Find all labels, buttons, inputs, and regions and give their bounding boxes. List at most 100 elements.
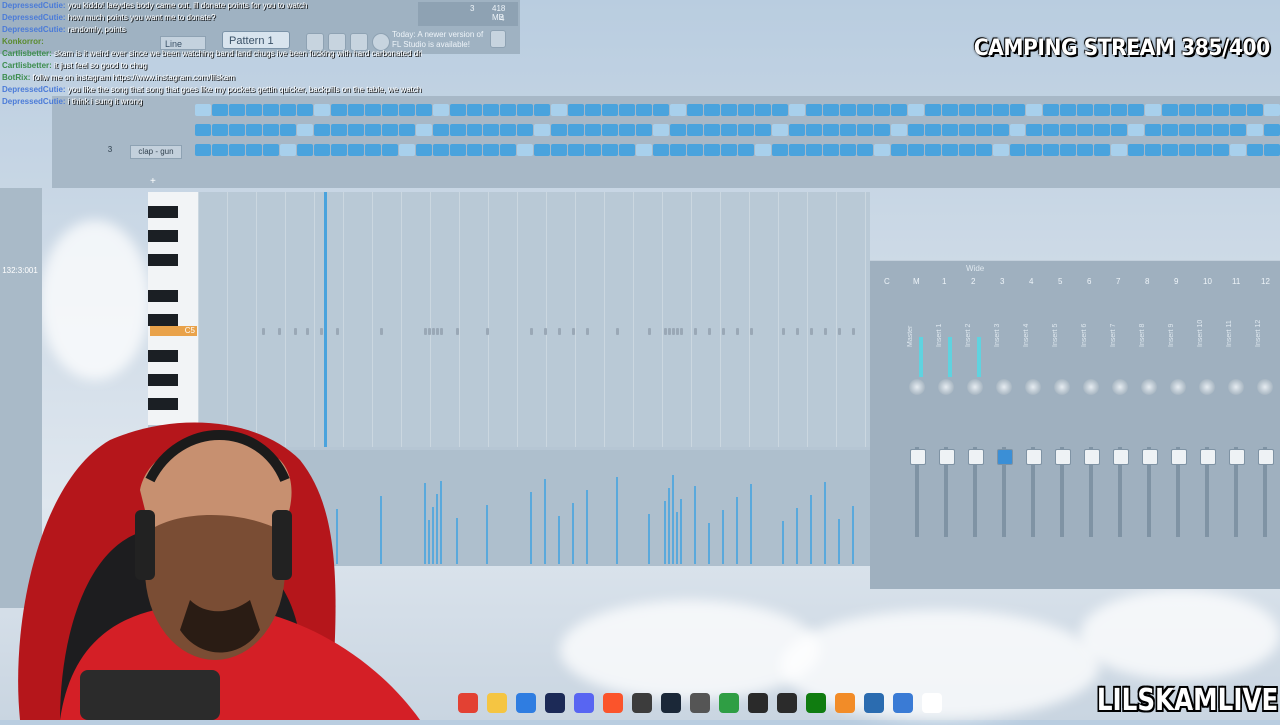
velocity-bar[interactable]	[838, 519, 840, 564]
velocity-bar[interactable]	[544, 479, 546, 564]
velocity-bar[interactable]	[852, 506, 854, 564]
note[interactable]	[558, 328, 561, 335]
step-button[interactable]	[704, 124, 721, 136]
step-button[interactable]	[1128, 144, 1145, 156]
step-button[interactable]	[398, 144, 415, 156]
mixer-strip[interactable]: Insert 5	[1050, 287, 1076, 577]
note[interactable]	[436, 328, 439, 335]
brave-icon[interactable]	[603, 693, 623, 713]
step-button[interactable]	[805, 144, 822, 156]
step-button[interactable]	[1162, 124, 1179, 136]
note[interactable]	[428, 328, 431, 335]
velocity-bar[interactable]	[486, 505, 488, 564]
note[interactable]	[616, 328, 619, 335]
step-button[interactable]	[873, 124, 890, 136]
step-button[interactable]	[958, 104, 975, 116]
step-button[interactable]	[262, 124, 279, 136]
step-button[interactable]	[924, 144, 941, 156]
step-button[interactable]	[754, 104, 771, 116]
pan-knob[interactable]	[1025, 379, 1041, 395]
black-key[interactable]	[148, 350, 178, 362]
fl-studio-icon[interactable]	[835, 693, 855, 713]
app-icon[interactable]	[690, 693, 710, 713]
step-button[interactable]	[687, 144, 704, 156]
note[interactable]	[668, 328, 671, 335]
note[interactable]	[306, 328, 309, 335]
note[interactable]	[424, 328, 427, 335]
step-button[interactable]	[483, 104, 500, 116]
black-key[interactable]	[148, 206, 178, 218]
note[interactable]	[736, 328, 739, 335]
pan-knob[interactable]	[1170, 379, 1186, 395]
step-button[interactable]	[1264, 104, 1280, 116]
pan-knob[interactable]	[1112, 379, 1128, 395]
step-button[interactable]	[551, 104, 568, 116]
velocity-bar[interactable]	[558, 516, 560, 564]
step-button[interactable]	[296, 144, 313, 156]
note[interactable]	[432, 328, 435, 335]
step-button[interactable]	[924, 104, 941, 116]
step-button[interactable]	[432, 104, 449, 116]
photoshop-icon[interactable]	[545, 693, 565, 713]
4k-icon[interactable]	[748, 693, 768, 713]
step-button[interactable]	[738, 104, 754, 116]
note-grid[interactable]	[198, 192, 870, 447]
black-key[interactable]	[148, 374, 178, 386]
step-button[interactable]	[805, 124, 822, 136]
note[interactable]	[708, 328, 711, 335]
step-button[interactable]	[1026, 124, 1043, 136]
step-button[interactable]	[1094, 124, 1111, 136]
velocity-bar[interactable]	[796, 508, 798, 564]
velocity-bar[interactable]	[586, 490, 588, 564]
note[interactable]	[796, 328, 799, 335]
step-button[interactable]	[500, 144, 517, 156]
step-button[interactable]	[534, 124, 551, 136]
note[interactable]	[486, 328, 489, 335]
fader-cap[interactable]	[910, 449, 926, 465]
note[interactable]	[380, 328, 383, 335]
step-button[interactable]	[534, 104, 551, 116]
step-button[interactable]	[1128, 124, 1145, 136]
step-button[interactable]	[500, 104, 517, 116]
note[interactable]	[530, 328, 533, 335]
step-button[interactable]	[1043, 124, 1060, 136]
fader-cap[interactable]	[1055, 449, 1071, 465]
velocity-bar[interactable]	[672, 475, 674, 564]
step-button[interactable]	[754, 124, 771, 136]
step-button[interactable]	[958, 144, 975, 156]
step-button[interactable]	[398, 124, 415, 136]
obs-icon[interactable]	[632, 693, 652, 713]
step-button[interactable]	[1060, 104, 1077, 116]
step-button[interactable]	[941, 144, 958, 156]
step-button[interactable]	[568, 104, 585, 116]
step-button[interactable]	[941, 124, 958, 136]
step-button[interactable]	[1162, 144, 1179, 156]
fader-cap[interactable]	[997, 449, 1013, 465]
black-key[interactable]	[148, 254, 178, 266]
note[interactable]	[456, 328, 459, 335]
note[interactable]	[810, 328, 813, 335]
step-button[interactable]	[856, 104, 873, 116]
step-button[interactable]	[1009, 144, 1026, 156]
velocity-bar[interactable]	[680, 499, 682, 564]
step-button[interactable]	[517, 144, 534, 156]
black-key[interactable]	[148, 290, 178, 302]
step-button[interactable]	[839, 104, 856, 116]
velocity-bar[interactable]	[736, 497, 738, 564]
playhead[interactable]	[324, 192, 327, 447]
step-button[interactable]	[687, 104, 704, 116]
step-button[interactable]	[788, 124, 805, 136]
step-button[interactable]	[483, 144, 500, 156]
step-button[interactable]	[1009, 124, 1026, 136]
step-button[interactable]	[381, 144, 398, 156]
step-button[interactable]	[602, 124, 619, 136]
step-button[interactable]	[1060, 124, 1077, 136]
step-button[interactable]	[670, 124, 687, 136]
step-button[interactable]	[1060, 144, 1077, 156]
fader-cap[interactable]	[1026, 449, 1042, 465]
step-button[interactable]	[262, 144, 279, 156]
step-button[interactable]	[839, 144, 856, 156]
pan-knob[interactable]	[1083, 379, 1099, 395]
step-button[interactable]	[1196, 124, 1213, 136]
step-button[interactable]	[466, 124, 483, 136]
